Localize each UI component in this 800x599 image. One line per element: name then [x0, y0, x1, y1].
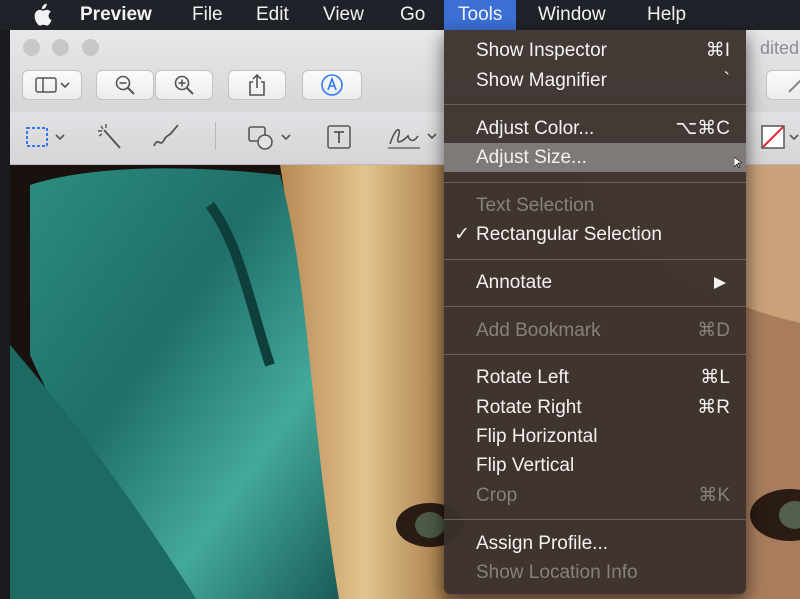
menu-item-crop: Crop ⌘K	[444, 481, 746, 510]
markup-toolbar-button[interactable]	[302, 70, 362, 100]
menu-item-show-magnifier[interactable]: Show Magnifier `	[444, 66, 746, 95]
menu-separator	[444, 306, 746, 307]
menu-bar: Preview File Edit View Go Tools Window H…	[0, 0, 800, 30]
mouse-cursor-icon	[734, 157, 742, 169]
menu-item-shortcut: ⌘R	[697, 397, 730, 418]
zoom-out-icon	[115, 75, 135, 95]
menu-tools[interactable]: Tools	[444, 0, 517, 30]
minimize-window-button[interactable]	[52, 39, 69, 56]
sidebar-view-button[interactable]	[22, 70, 82, 100]
markup-icon	[321, 74, 343, 96]
menu-item-shortcut: `	[723, 70, 730, 91]
close-window-button[interactable]	[23, 39, 40, 56]
tools-dropdown-menu: Show Inspector ⌘I Show Magnifier ` Adjus…	[444, 30, 746, 594]
border-color-icon	[761, 125, 799, 149]
menu-item-shortcut: ⌘L	[700, 367, 730, 388]
text-tool-button[interactable]	[326, 122, 352, 152]
menu-separator	[444, 354, 746, 355]
sketch-tool-button[interactable]	[150, 122, 182, 152]
menu-item-add-bookmark: Add Bookmark ⌘D	[444, 316, 746, 345]
menu-go[interactable]: Go	[400, 0, 425, 30]
menu-item-show-location-info: Show Location Info	[444, 558, 746, 587]
menu-item-flip-horizontal[interactable]: Flip Horizontal	[444, 422, 746, 451]
menu-item-label: Show Magnifier	[476, 70, 607, 91]
share-icon	[249, 73, 265, 96]
menu-item-label: Assign Profile...	[476, 533, 608, 554]
menu-item-label: Flip Vertical	[476, 455, 575, 476]
menu-item-assign-profile[interactable]: Assign Profile...	[444, 529, 746, 558]
menu-item-shortcut: ⌘K	[698, 485, 730, 506]
edit-pen-button[interactable]	[766, 70, 800, 100]
menu-item-shortcut: ⌥⌘C	[675, 118, 730, 139]
window-title: dited	[760, 38, 800, 58]
menu-item-label: Show Location Info	[476, 562, 638, 583]
menu-item-annotate[interactable]: Annotate	[444, 268, 746, 297]
selection-tool-button[interactable]	[24, 122, 74, 152]
menu-item-label: Adjust Color...	[476, 118, 595, 139]
menu-separator	[444, 104, 746, 105]
submenu-arrow-icon	[714, 277, 726, 289]
instant-alpha-icon	[98, 124, 121, 149]
menu-help[interactable]: Help	[647, 0, 686, 30]
apple-logo-icon[interactable]	[30, 3, 52, 27]
rectangle-selection-icon	[26, 127, 65, 147]
menu-item-show-inspector[interactable]: Show Inspector ⌘I	[444, 36, 746, 65]
menu-item-rectangular-selection[interactable]: ✓ Rectangular Selection	[444, 220, 746, 249]
instant-alpha-button[interactable]	[96, 122, 126, 152]
menu-item-label: Show Inspector	[476, 40, 607, 61]
menu-item-label: Add Bookmark	[476, 320, 601, 341]
share-button[interactable]	[228, 70, 286, 100]
menu-item-adjust-size[interactable]: Adjust Size...	[444, 143, 746, 172]
menu-separator	[444, 519, 746, 520]
menu-item-text-selection: Text Selection	[444, 191, 746, 220]
shapes-tool-button[interactable]	[246, 122, 298, 152]
menu-item-label: Annotate	[476, 272, 553, 293]
menu-item-adjust-color[interactable]: Adjust Color... ⌥⌘C	[444, 114, 746, 143]
shapes-icon	[248, 126, 291, 150]
pencil-icon	[788, 79, 800, 93]
menu-item-shortcut: ⌘D	[697, 320, 730, 341]
border-color-button[interactable]	[760, 122, 800, 152]
menu-separator	[444, 182, 746, 183]
menu-window[interactable]: Window	[538, 0, 606, 30]
menu-view[interactable]: View	[323, 0, 364, 30]
signature-tool-button[interactable]	[386, 122, 444, 152]
zoom-in-button[interactable]	[155, 70, 213, 100]
menu-app-name[interactable]: Preview	[80, 0, 152, 30]
menu-item-shortcut: ⌘I	[705, 40, 730, 61]
menu-edit[interactable]: Edit	[256, 0, 289, 30]
checkmark-icon: ✓	[454, 224, 470, 245]
menu-item-label: Rotate Left	[476, 367, 569, 388]
signature-icon	[388, 128, 437, 149]
menu-item-label: Adjust Size...	[476, 147, 587, 168]
zoom-window-button[interactable]	[82, 39, 99, 56]
menu-item-label: Crop	[476, 485, 518, 506]
menu-item-rotate-left[interactable]: Rotate Left ⌘L	[444, 363, 746, 392]
menu-file[interactable]: File	[192, 0, 223, 30]
menu-item-label: Rectangular Selection	[476, 224, 662, 245]
text-icon	[327, 125, 351, 149]
menu-item-label: Rotate Right	[476, 397, 582, 418]
zoom-out-button[interactable]	[96, 70, 154, 100]
sketch-icon	[153, 124, 179, 147]
menu-item-label: Text Selection	[476, 195, 595, 216]
zoom-in-icon	[174, 75, 194, 95]
menu-item-flip-vertical[interactable]: Flip Vertical	[444, 451, 746, 480]
toolbar-divider	[215, 122, 216, 150]
menu-item-rotate-right[interactable]: Rotate Right ⌘R	[444, 393, 746, 422]
sidebar-icon	[35, 77, 70, 93]
menu-separator	[444, 259, 746, 260]
menu-item-label: Flip Horizontal	[476, 426, 598, 447]
